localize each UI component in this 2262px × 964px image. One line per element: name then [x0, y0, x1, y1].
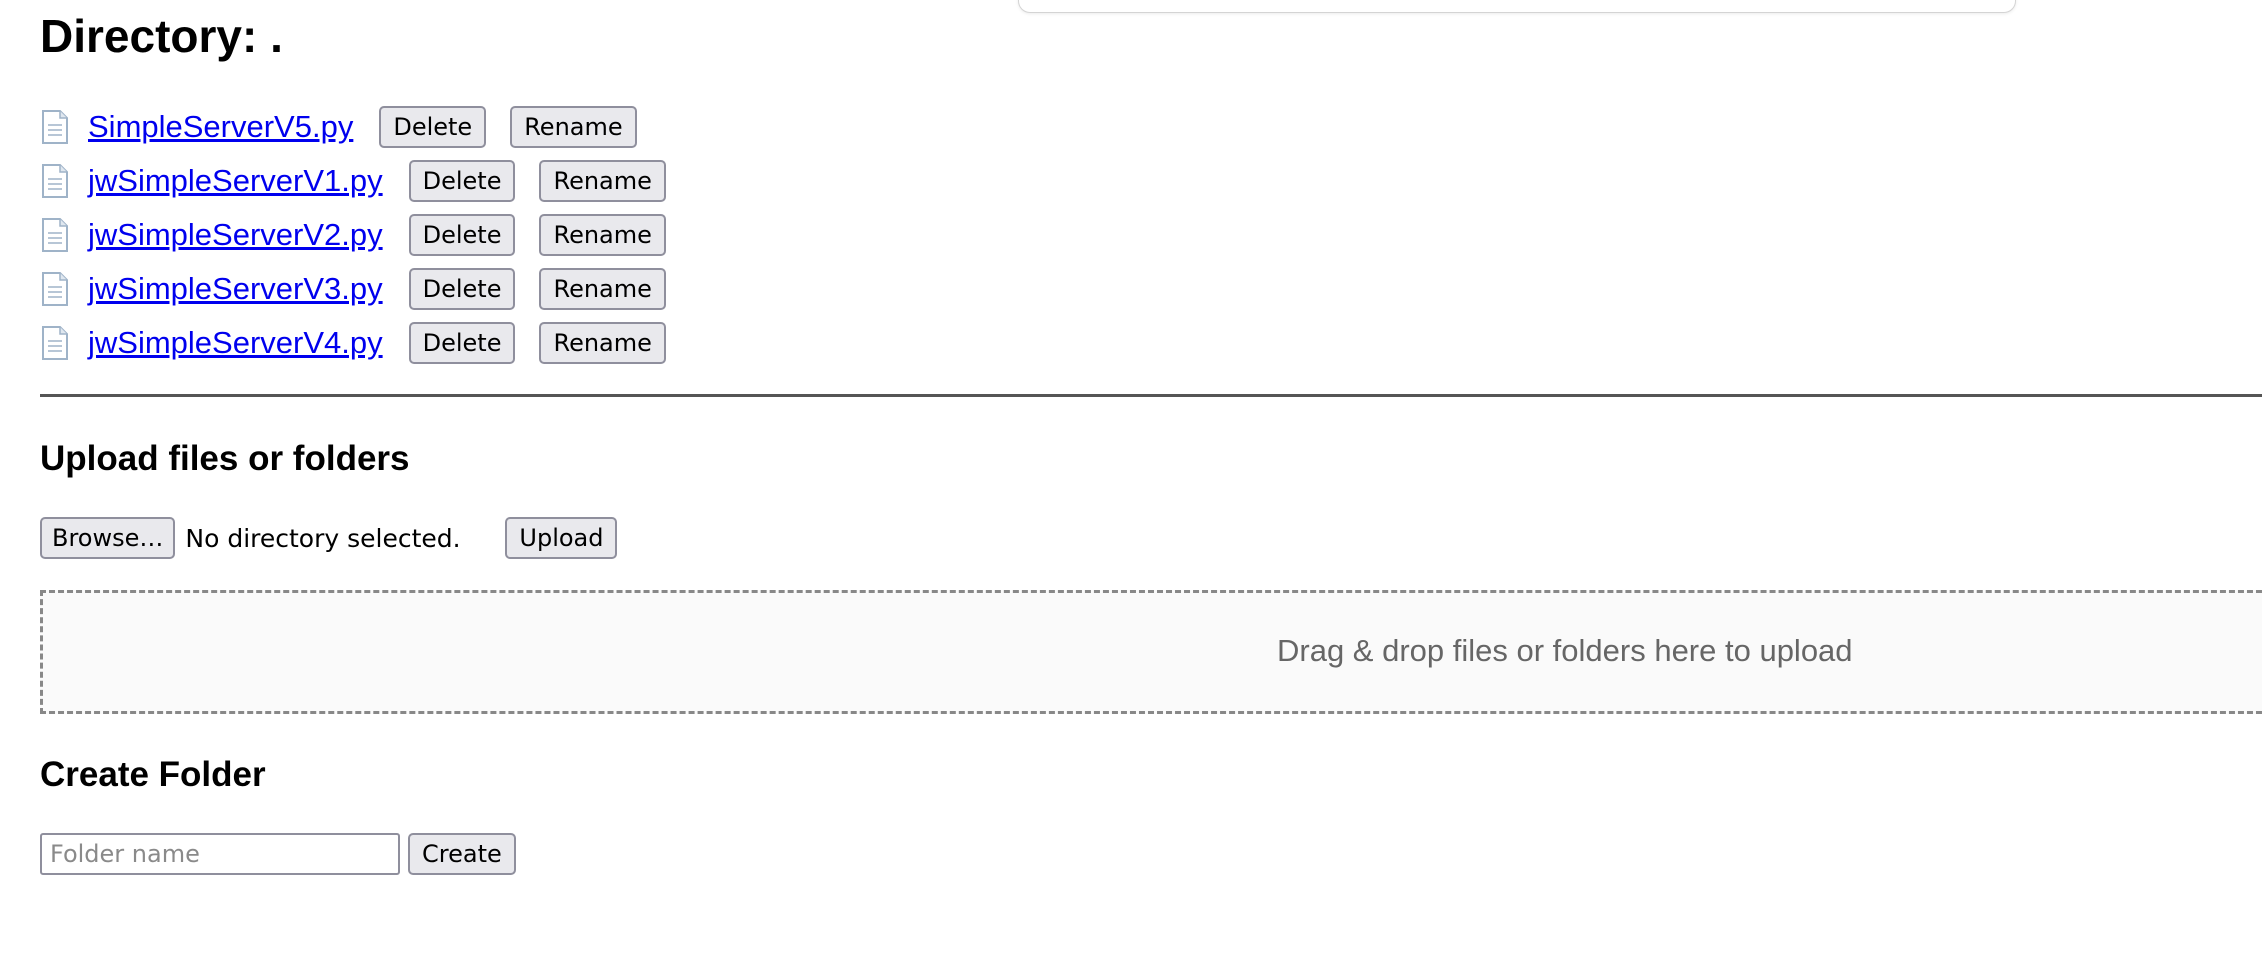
file-link[interactable]: jwSimpleServerV1.py	[88, 163, 383, 199]
create-folder-title: Create Folder	[40, 755, 266, 794]
delete-button[interactable]: Delete	[408, 214, 516, 256]
file-link[interactable]: jwSimpleServerV2.py	[88, 217, 383, 253]
rename-button[interactable]: Rename	[539, 160, 666, 202]
file-icon	[40, 217, 70, 253]
file-row: jwSimpleServerV3.py Delete Rename	[40, 262, 690, 316]
rename-button[interactable]: Rename	[539, 214, 666, 256]
file-icon	[40, 325, 70, 361]
browse-button[interactable]: Browse…	[40, 517, 176, 559]
file-icon	[40, 271, 70, 307]
file-row: jwSimpleServerV4.py Delete Rename	[40, 316, 690, 370]
upload-section-title: Upload files or folders	[40, 439, 410, 478]
delete-button[interactable]: Delete	[408, 322, 516, 364]
create-folder-controls: Create	[40, 833, 540, 875]
create-folder-button[interactable]: Create	[408, 833, 516, 875]
file-icon	[40, 163, 70, 199]
upload-button[interactable]: Upload	[505, 517, 618, 559]
page-title: Directory: .	[40, 10, 283, 62]
upload-controls: Browse… No directory selected. Upload	[40, 517, 641, 559]
file-list: SimpleServerV5.py Delete Rename jwSimple…	[40, 100, 690, 370]
file-icon	[40, 109, 70, 145]
file-row: jwSimpleServerV2.py Delete Rename	[40, 208, 690, 262]
file-selection-status: No directory selected.	[185, 523, 461, 553]
page: Directory: . SimpleServerV5.py Delete Re…	[0, 0, 2262, 964]
file-row: jwSimpleServerV1.py Delete Rename	[40, 154, 690, 208]
delete-button[interactable]: Delete	[408, 268, 516, 310]
file-link[interactable]: SimpleServerV5.py	[88, 109, 353, 145]
delete-button[interactable]: Delete	[408, 160, 516, 202]
floating-panel	[1018, 0, 2016, 13]
delete-button[interactable]: Delete	[379, 106, 487, 148]
file-link[interactable]: jwSimpleServerV3.py	[88, 271, 383, 307]
section-divider	[40, 394, 2262, 397]
rename-button[interactable]: Rename	[510, 106, 637, 148]
upload-dropzone[interactable]: Drag & drop files or folders here to upl…	[40, 590, 2262, 714]
file-row: SimpleServerV5.py Delete Rename	[40, 100, 690, 154]
file-link[interactable]: jwSimpleServerV4.py	[88, 325, 383, 361]
rename-button[interactable]: Rename	[539, 322, 666, 364]
folder-name-input[interactable]	[40, 833, 400, 875]
dropzone-label: Drag & drop files or folders here to upl…	[1277, 633, 1853, 668]
rename-button[interactable]: Rename	[539, 268, 666, 310]
